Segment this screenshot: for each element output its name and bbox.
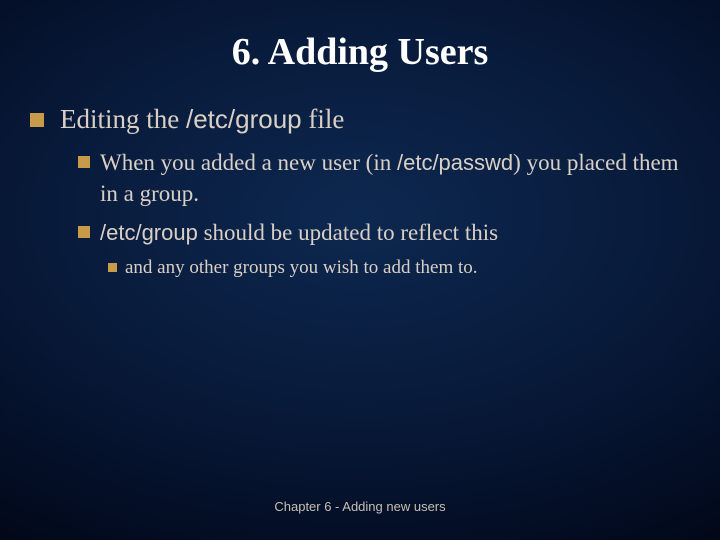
text-mono: /etc/group bbox=[100, 220, 198, 245]
text-suffix: file bbox=[302, 104, 345, 134]
bullet-level1-text: Editing the /etc/group file bbox=[60, 102, 344, 137]
bullet-icon bbox=[78, 156, 90, 168]
bullet-level1: Editing the /etc/group file bbox=[30, 102, 690, 147]
bullet-icon bbox=[108, 263, 117, 272]
bullet-level2: /etc/group should be updated to reflect … bbox=[78, 217, 690, 256]
bullet-level2-text: /etc/group should be updated to reflect … bbox=[100, 217, 498, 248]
bullet-icon bbox=[78, 226, 90, 238]
bullet-level3-text: and any other groups you wish to add the… bbox=[125, 256, 478, 281]
bullet-level2: When you added a new user (in /etc/passw… bbox=[78, 147, 690, 217]
bullet-icon bbox=[30, 113, 44, 127]
text-prefix: Editing the bbox=[60, 104, 186, 134]
bullet-level3: and any other groups you wish to add the… bbox=[108, 256, 690, 281]
slide-footer: Chapter 6 - Adding new users bbox=[0, 499, 720, 514]
slide-title: 6. Adding Users bbox=[30, 30, 690, 74]
text-mono: /etc/passwd bbox=[397, 150, 513, 175]
text-prefix: When you added a new user (in bbox=[100, 150, 397, 175]
text-mono: /etc/group bbox=[186, 104, 302, 134]
slide: 6. Adding Users Editing the /etc/group f… bbox=[0, 0, 720, 540]
text-suffix: should be updated to reflect this bbox=[198, 220, 498, 245]
bullet-level2-text: When you added a new user (in /etc/passw… bbox=[100, 147, 690, 209]
